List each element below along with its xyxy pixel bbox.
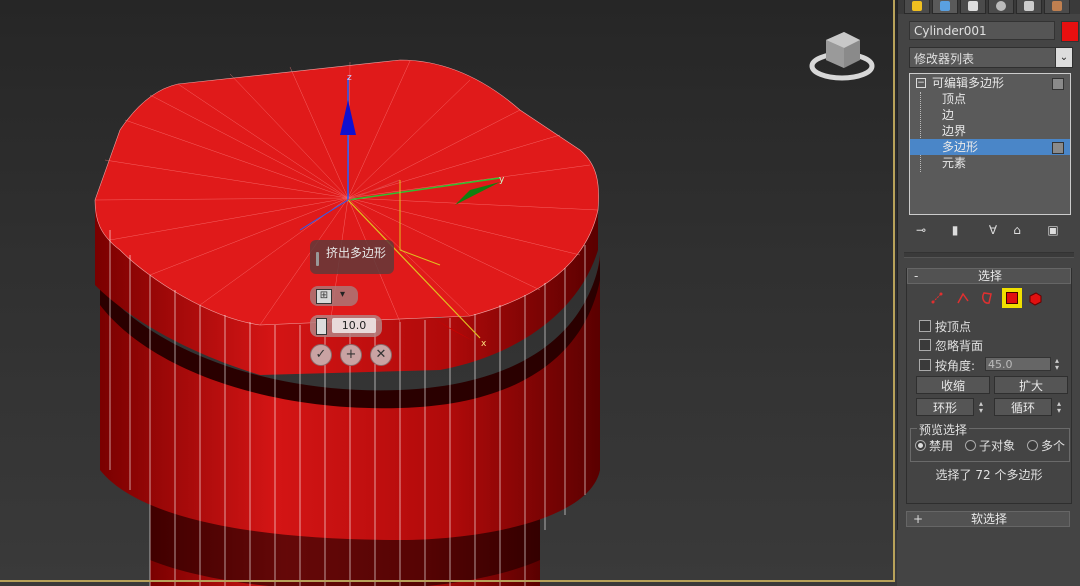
vertex-icon[interactable] [929, 290, 945, 306]
shrink-button[interactable]: 收缩 [916, 376, 990, 394]
polygon-fill [1006, 292, 1018, 304]
plus-icon: + [345, 347, 357, 362]
loop-spinner[interactable]: ▴ ▾ [1055, 400, 1063, 415]
scene-canvas[interactable]: z y x [0, 0, 897, 586]
loop-button[interactable]: 循环 [994, 398, 1052, 416]
show-end-result-icon[interactable]: ▮ [947, 222, 963, 238]
extrude-caddy-title[interactable]: 挤出多边形 [310, 240, 394, 274]
command-panel-tabs [898, 0, 1080, 14]
panel-separator [904, 252, 1074, 258]
edge-icon[interactable] [955, 290, 971, 306]
stack-item-edge[interactable]: 边 [910, 107, 1070, 123]
ring-spinner[interactable]: ▴ ▾ [977, 400, 985, 415]
pin-stack-icon[interactable]: ⊸ [913, 222, 929, 238]
stack-item-label: 顶点 [942, 92, 967, 106]
configure-modifier-sets-icon[interactable]: ▣ [1045, 222, 1061, 238]
modifier-list-label: 修改器列表 [914, 52, 975, 66]
preview-off-radio[interactable] [915, 440, 926, 451]
by-angle-checkbox[interactable] [919, 359, 931, 371]
utilities-icon [1052, 1, 1062, 11]
stack-item-border[interactable]: 边界 [910, 123, 1070, 139]
chevron-down-icon: ▾ [340, 289, 346, 300]
tab-create[interactable] [904, 0, 930, 14]
viewcube[interactable] [806, 18, 878, 84]
selection-rollout-header[interactable]: - 选择 [907, 268, 1071, 284]
perspective-viewport[interactable]: z y x 挤出多边形 ⊞ ▾ 10.0 ✓ + ✕ [0, 0, 897, 586]
hierarchy-icon [968, 1, 978, 11]
modifier-list-dropdown[interactable]: 修改器列表 ⌄ [909, 47, 1073, 68]
stack-item-label: 边界 [942, 124, 967, 138]
by-vertex-checkbox[interactable] [919, 320, 931, 332]
stack-item-element[interactable]: 元素 [910, 155, 1070, 171]
height-icon [316, 318, 327, 335]
motion-icon [996, 1, 1006, 11]
soft-selection-rollout: + 软选择 [906, 511, 1072, 527]
make-unique-icon[interactable]: ∀ [985, 222, 1001, 238]
object-name-field[interactable]: Cylinder001 [909, 21, 1055, 40]
element-icon[interactable] [1027, 290, 1043, 306]
rollout-title: 软选择 [970, 512, 1007, 526]
viewcube-icon [809, 32, 875, 81]
by-vertex-label: 按顶点 [935, 320, 972, 334]
angle-input[interactable]: 45.0 [985, 357, 1051, 371]
extrude-height-input[interactable]: 10.0 [332, 318, 376, 333]
gizmo-x-label: x [481, 339, 487, 349]
chevron-down-icon: ⌄ [1055, 48, 1072, 67]
remove-modifier-icon[interactable]: ⌂ [1009, 222, 1025, 238]
panel-empty-area [897, 530, 1080, 586]
stack-toolbar: ⊸ ▮ ∀ ⌂ ▣ [909, 222, 1071, 240]
extrude-caddy-label: 挤出多边形 [326, 246, 387, 260]
selection-rollout: - 选择 按顶点 忽略背面 按角度: 45.0 ▴ ▾ 收缩 扩大 环形 ▴ ▾ 循… [906, 268, 1072, 504]
ignore-backfacing-checkbox[interactable] [919, 339, 931, 351]
stack-item-editable-poly[interactable]: − 可编辑多边形 [910, 75, 1070, 91]
preview-selection-title: 预览选择 [917, 421, 970, 438]
preview-subobject-label: 子对象 [979, 439, 1016, 453]
subobject-toggle-icon[interactable] [1052, 142, 1064, 154]
modifier-toggle-icon[interactable] [1052, 78, 1064, 90]
object-color-swatch[interactable] [1061, 21, 1079, 42]
by-angle-label: 按角度: [935, 359, 976, 373]
display-icon [1024, 1, 1034, 11]
tab-display[interactable] [1016, 0, 1042, 14]
ignore-backfacing-label: 忽略背面 [935, 339, 984, 353]
caddy-ok-button[interactable]: ✓ [310, 344, 332, 366]
ring-button[interactable]: 环形 [916, 398, 974, 416]
modify-icon [940, 1, 950, 11]
rollout-title: 选择 [977, 269, 1002, 283]
grow-button[interactable]: 扩大 [994, 376, 1068, 394]
group-icon: ⊞ [316, 289, 332, 304]
stack-item-vertex[interactable]: 顶点 [910, 91, 1070, 107]
preview-off-label: 禁用 [929, 439, 954, 453]
soft-selection-rollout-header[interactable]: + 软选择 [906, 511, 1070, 527]
stack-item-label: 元素 [942, 156, 967, 170]
modifier-stack[interactable]: − 可编辑多边形 顶点 边 边界 多边形 元素 [909, 73, 1071, 215]
close-icon: ✕ [375, 347, 387, 362]
polygon-icon[interactable] [1002, 288, 1022, 308]
tab-modify[interactable] [932, 0, 958, 14]
preview-multi-label: 多个 [1041, 439, 1066, 453]
stack-root-label: 可编辑多边形 [932, 76, 1005, 90]
stack-item-label: 边 [942, 108, 955, 122]
preview-subobject-radio[interactable] [965, 440, 976, 451]
checkmark-icon: ✓ [315, 347, 327, 362]
extrude-type-dropdown[interactable]: ⊞ ▾ [310, 286, 358, 306]
tab-hierarchy[interactable] [960, 0, 986, 14]
preview-selection-group: 预览选择 禁用 子对象 多个 [910, 421, 1070, 462]
collapse-icon[interactable]: − [916, 78, 926, 88]
tab-utilities[interactable] [1044, 0, 1070, 14]
stack-item-polygon[interactable]: 多边形 [910, 139, 1070, 155]
extrude-height-field[interactable]: 10.0 [310, 315, 382, 337]
stack-item-label: 多边形 [942, 140, 979, 154]
preview-multi-radio[interactable] [1027, 440, 1038, 451]
selection-status: 选择了 72 个多边形 [935, 468, 1043, 482]
gizmo-z-label: z [347, 73, 352, 83]
caddy-grip[interactable] [316, 252, 319, 266]
tab-motion[interactable] [988, 0, 1014, 14]
gizmo-y-label: y [499, 175, 505, 185]
border-icon[interactable] [979, 290, 995, 306]
angle-spinner[interactable]: ▴ ▾ [1053, 357, 1061, 372]
create-icon [912, 1, 922, 11]
caddy-apply-button[interactable]: + [340, 344, 362, 366]
caddy-cancel-button[interactable]: ✕ [370, 344, 392, 366]
